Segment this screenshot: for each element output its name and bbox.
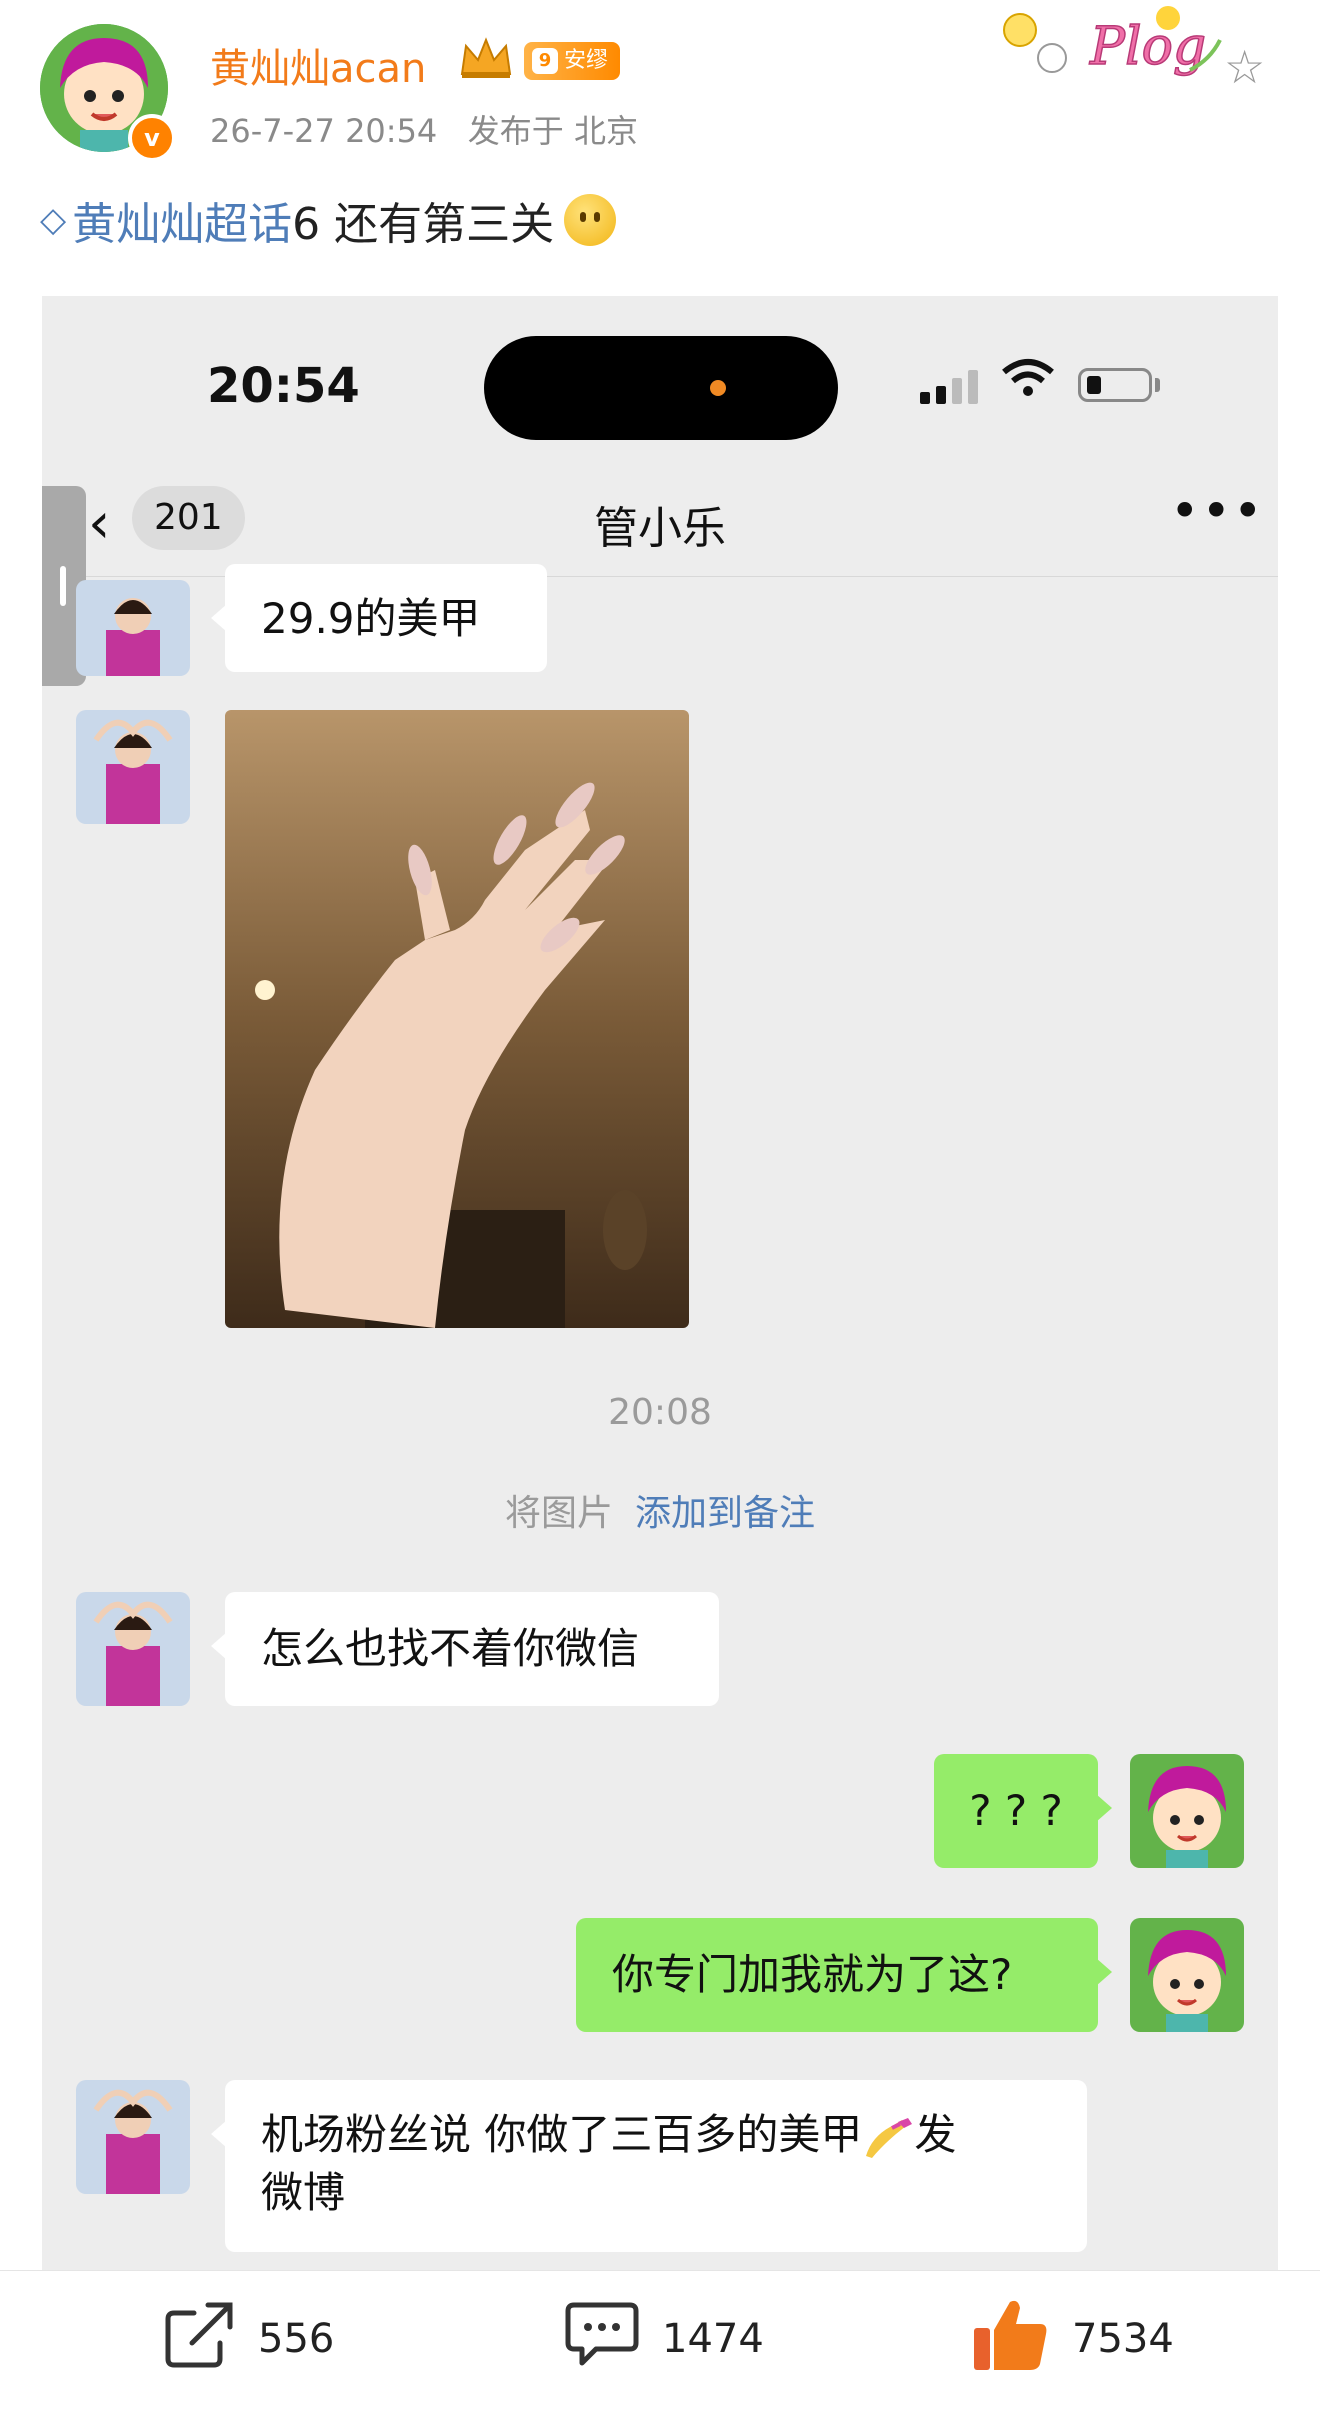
contact-avatar[interactable] (76, 710, 190, 824)
add-to-remark-link[interactable]: 添加到备注 (635, 1493, 815, 1534)
fan-badge-label: 安缪 (564, 48, 609, 73)
message-text: 你专门加我就为了这? (612, 1950, 1013, 1999)
fan-badge[interactable]: 9 安缪 (524, 42, 621, 80)
like-count: 7534 (1072, 2316, 1174, 2362)
contact-avatar[interactable] (76, 2080, 190, 2194)
battery-tip (1155, 378, 1160, 392)
smile-emoji-icon (564, 194, 617, 246)
svg-text:Plog: Plog (1089, 17, 1206, 77)
message-text-line1-end: 发 (914, 2110, 957, 2159)
wifi-icon (1002, 358, 1054, 408)
post-time: 26-7-27 20:54 (210, 112, 438, 150)
contact-avatar[interactable] (76, 1592, 190, 1706)
topic-label: 黄灿灿超话 (72, 199, 293, 250)
chat-title: 管小乐 (594, 503, 726, 554)
post-location: 发布于 北京 (467, 112, 638, 150)
repost-count: 556 (258, 2316, 335, 2362)
more-options-icon[interactable]: ••• (1170, 482, 1264, 540)
repost-button[interactable]: 556 (164, 2302, 335, 2374)
comment-icon (564, 2299, 640, 2379)
thumbs-up-icon (970, 2294, 1050, 2384)
fan-level: 9 (532, 48, 558, 74)
like-button[interactable]: 7534 (970, 2300, 1174, 2374)
share-icon (164, 2299, 236, 2379)
dynamic-island (484, 336, 838, 440)
message-text: ? ? ? (969, 1786, 1063, 1835)
my-message-bubble[interactable]: 你专门加我就为了这? (576, 1918, 1112, 2032)
contact-avatar[interactable] (76, 580, 190, 676)
message-text: 怎么也找不着你微信 (261, 1624, 640, 1673)
message-bubble[interactable]: 怎么也找不着你微信 (211, 1592, 719, 1706)
nail-polish-emoji-icon (862, 2116, 914, 2160)
message-text-line1: 机场粉丝说 你做了三百多的美甲 (261, 2110, 863, 2159)
author-name[interactable]: 黄灿灿acan (210, 36, 426, 94)
message-text: 29.9的美甲 (261, 594, 481, 643)
chat-timestamp: 20:08 (608, 1392, 712, 1433)
status-time: 20:54 (207, 358, 360, 414)
crown-icon (458, 36, 514, 89)
post-text: 6 还有第三关 (292, 199, 555, 250)
system-note: 将图片 添加到备注 (42, 1484, 1278, 1536)
verified-badge-icon: v (128, 114, 176, 162)
my-avatar[interactable] (1130, 1754, 1244, 1868)
message-text-line2: 微博 (261, 2168, 346, 2217)
favorite-star-icon[interactable]: ☆ (1224, 40, 1265, 94)
my-avatar[interactable] (1130, 1918, 1244, 2032)
post-meta: 26-7-27 20:54 发布于 北京 (210, 106, 638, 152)
plog-sticker-icon: Plog (990, 0, 1230, 100)
signal-icon (920, 370, 978, 404)
chat-screenshot[interactable]: 20:54 ‹ 201 管小乐 ••• 29.9的美甲 20:08 将图片 添加… (42, 296, 1278, 2270)
diamond-icon: ◇ (40, 200, 67, 240)
nail-photo-image[interactable] (225, 710, 689, 1328)
recording-dot-icon (710, 380, 726, 396)
post-body: ◇ 黄灿灿超话 6 还有第三关 (40, 188, 617, 252)
message-bubble[interactable]: 机场粉丝说 你做了三百多的美甲 发 微博 (211, 2080, 1087, 2252)
comment-count: 1474 (662, 2316, 764, 2362)
battery-icon (1078, 368, 1152, 402)
comment-button[interactable]: 1474 (564, 2302, 764, 2374)
message-bubble[interactable]: 29.9的美甲 (211, 564, 547, 672)
supertopic-link[interactable]: ◇ 黄灿灿超话 (40, 188, 292, 252)
system-note-text: 将图片 (504, 1493, 613, 1534)
my-message-bubble[interactable]: ? ? ? (934, 1754, 1112, 1868)
